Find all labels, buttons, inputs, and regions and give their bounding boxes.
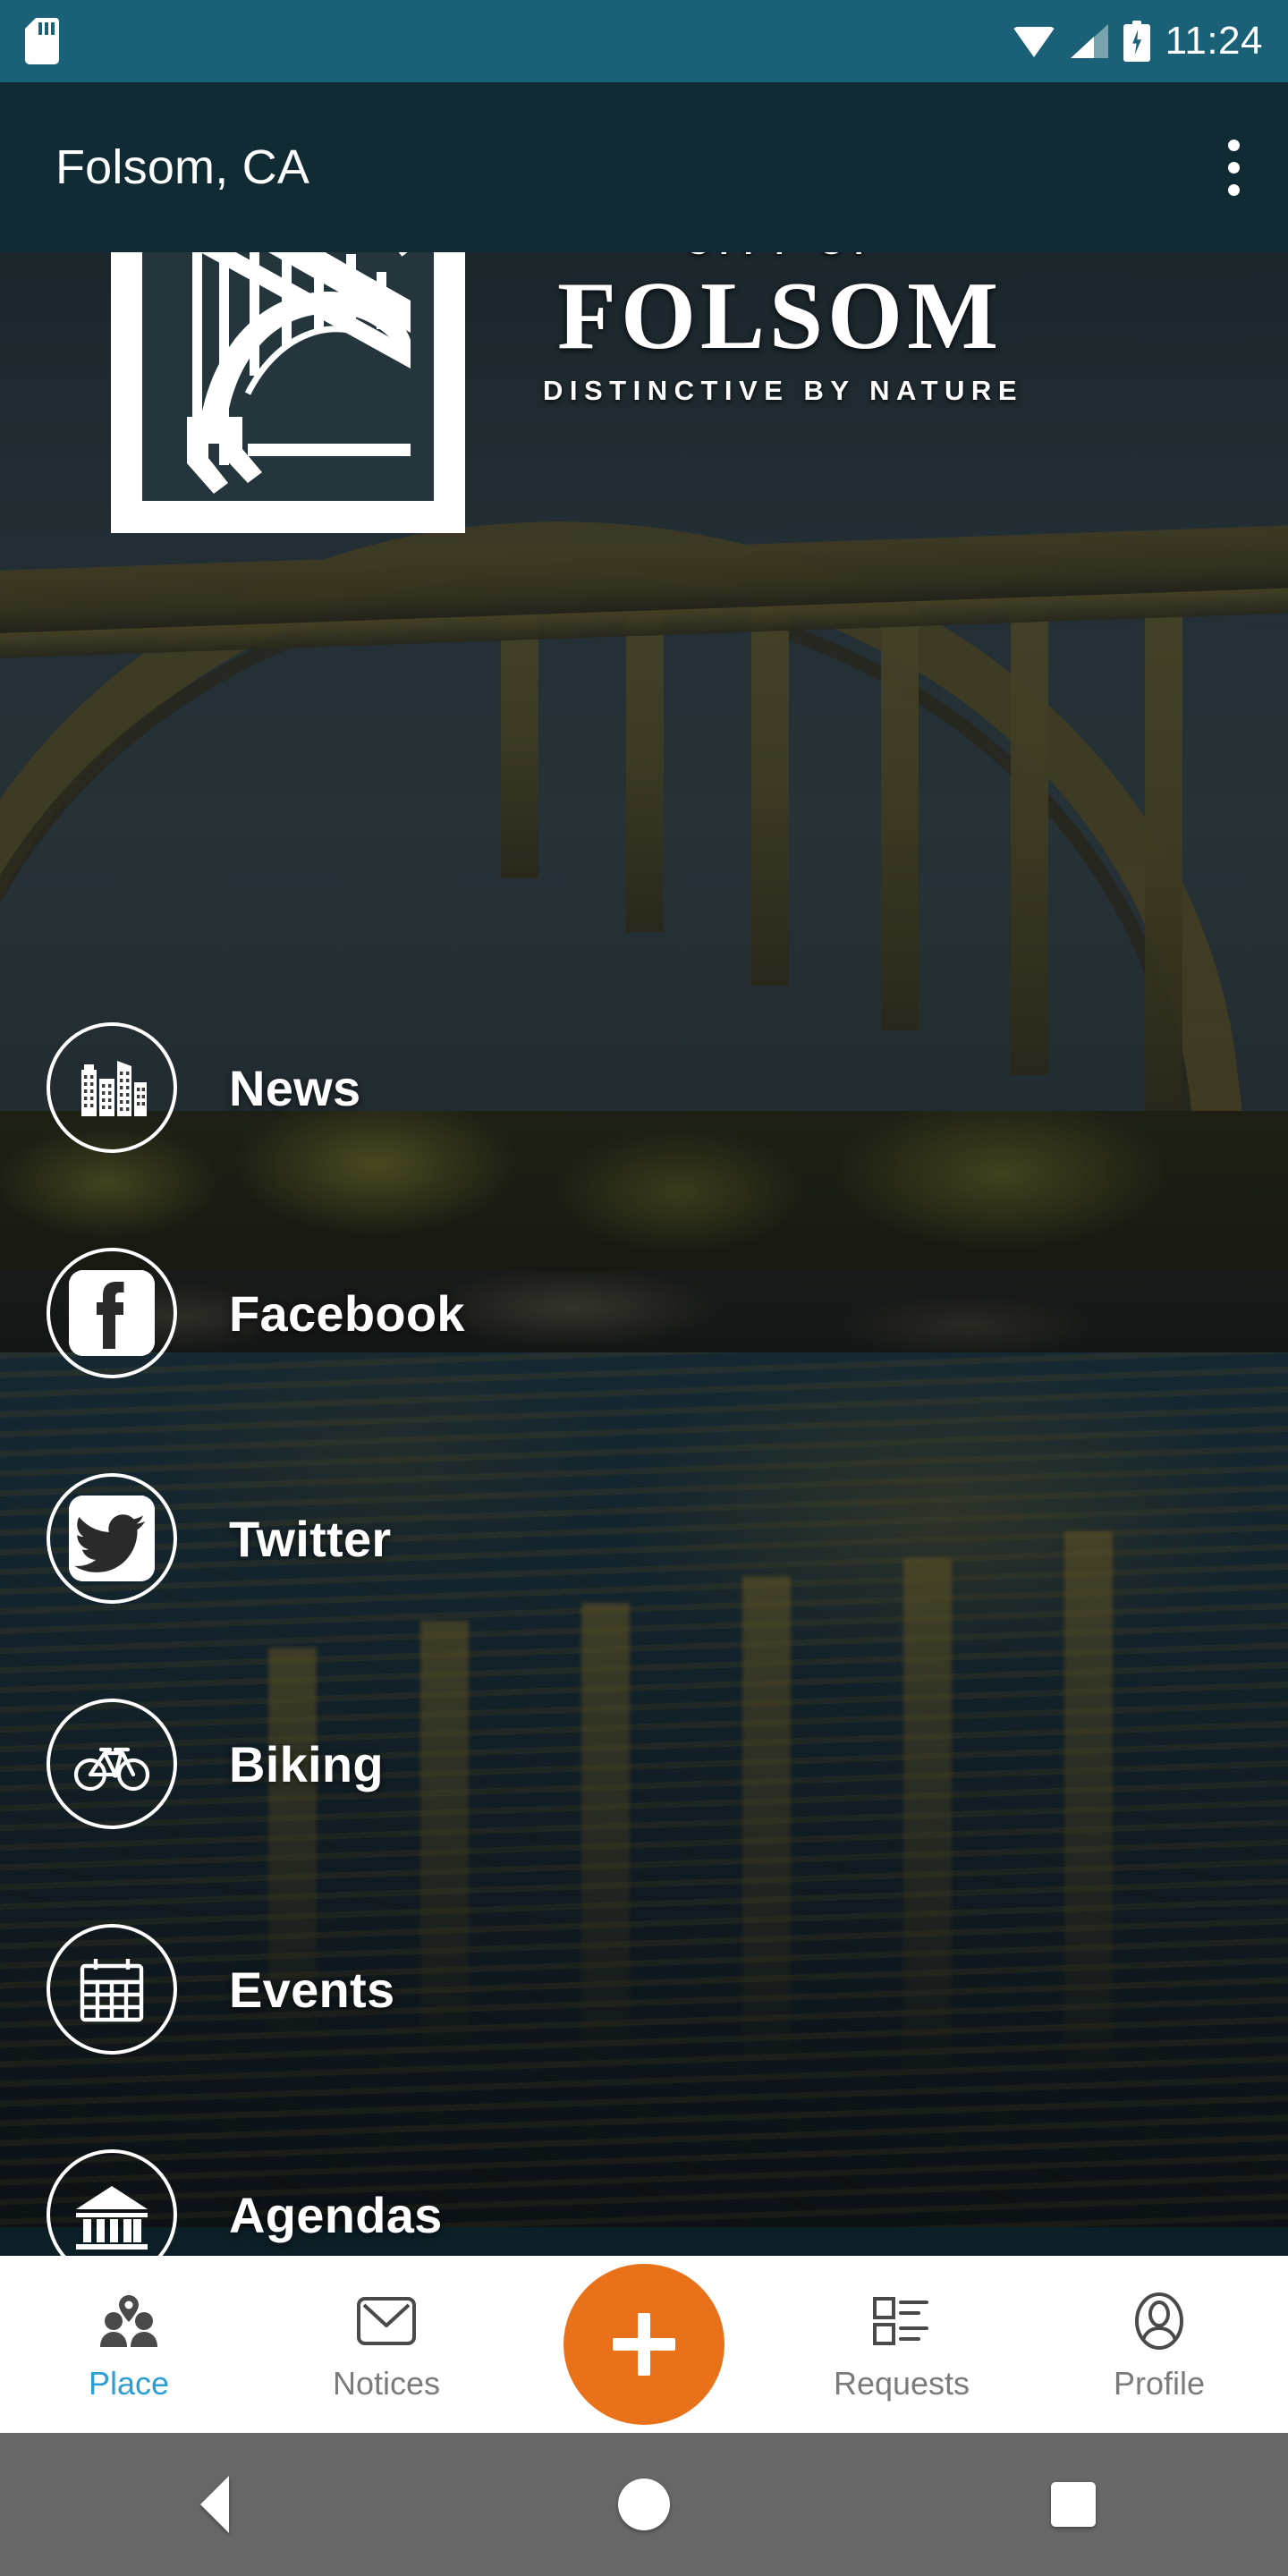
facebook-icon — [47, 1248, 177, 1378]
nav-tab-requests[interactable]: Requests — [773, 2256, 1030, 2433]
menu-item-label: Events — [229, 1961, 395, 2018]
android-system-navigation — [0, 2433, 1288, 2576]
checklist-icon — [869, 2289, 934, 2353]
people-location-icon — [97, 2289, 161, 2353]
nav-fab-slot — [515, 2256, 773, 2433]
nav-tab-place[interactable]: Place — [0, 2256, 258, 2433]
back-triangle-icon — [200, 2476, 229, 2533]
city-buildings-icon — [47, 1022, 177, 1153]
menu-item-events[interactable]: Events — [0, 1877, 1288, 2102]
place-menu-list: News Facebook Twitter Biking Events Agen… — [0, 975, 1288, 2327]
wordmark-tagline: DISTINCTIVE BY NATURE — [543, 375, 1023, 407]
add-button[interactable] — [564, 2264, 724, 2425]
menu-item-label: Facebook — [229, 1284, 465, 1342]
menu-item-biking[interactable]: Biking — [0, 1651, 1288, 1877]
menu-item-label: Twitter — [229, 1510, 392, 1567]
system-back-button[interactable] — [0, 2433, 429, 2576]
recents-square-icon — [1051, 2482, 1096, 2527]
menu-item-label: Biking — [229, 1735, 384, 1792]
menu-item-facebook[interactable]: Facebook — [0, 1200, 1288, 1426]
wordmark-folsom: FOLSOM — [556, 262, 1004, 369]
nav-tab-label: Profile — [1113, 2365, 1206, 2402]
bottom-navigation-bar: Place Notices Requests Profile — [0, 2256, 1288, 2433]
sd-card-icon — [25, 18, 59, 64]
wifi-icon — [1012, 24, 1055, 58]
status-bar-clock: 11:24 — [1165, 19, 1263, 63]
system-home-button[interactable] — [429, 2433, 859, 2576]
calendar-icon — [47, 1924, 177, 2055]
status-bar-left — [0, 18, 59, 64]
menu-item-news[interactable]: News — [0, 975, 1288, 1200]
page-title: Folsom, CA — [55, 140, 310, 194]
cellular-signal-icon — [1070, 24, 1108, 58]
system-recents-button[interactable] — [859, 2433, 1288, 2576]
menu-item-twitter[interactable]: Twitter — [0, 1426, 1288, 1651]
nav-tab-label: Place — [88, 2365, 170, 2402]
app-screen: 11:24 Folsom, CA FOLSOM DISTINCTIVE BY N… — [0, 0, 1288, 2576]
nav-tab-label: Notices — [332, 2365, 441, 2402]
person-oval-icon — [1130, 2289, 1189, 2353]
nav-tab-label: Requests — [833, 2365, 970, 2402]
more-vert-icon[interactable] — [1228, 139, 1288, 196]
nav-tab-profile[interactable]: Profile — [1030, 2256, 1288, 2433]
twitter-bird-icon — [47, 1473, 177, 1604]
bicycle-icon — [47, 1699, 177, 1829]
menu-item-label: Agendas — [229, 2186, 443, 2243]
app-bar: Folsom, CA — [0, 82, 1288, 252]
status-bar: 11:24 — [0, 0, 1288, 82]
envelope-icon — [355, 2289, 418, 2353]
menu-item-label: News — [229, 1059, 361, 1116]
home-circle-icon — [618, 2479, 670, 2530]
battery-charging-icon — [1123, 21, 1150, 62]
status-bar-right: 11:24 — [1012, 19, 1288, 63]
nav-tab-notices[interactable]: Notices — [258, 2256, 515, 2433]
